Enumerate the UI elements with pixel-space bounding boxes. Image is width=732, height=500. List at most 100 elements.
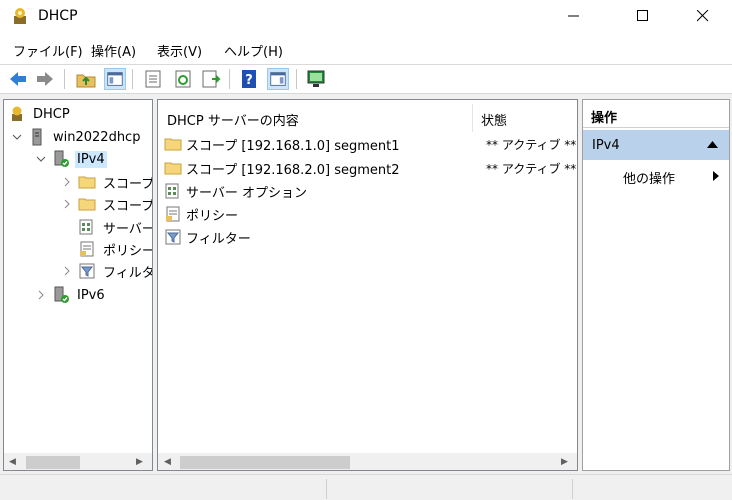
tree-label: ポリシー	[103, 243, 153, 259]
actions-group-ipv4[interactable]: IPv4	[583, 130, 729, 160]
tree-item-scope-2[interactable]: スコープ	[62, 193, 153, 215]
dhcp-app-icon	[14, 8, 26, 24]
list-item[interactable]: サーバー オプション	[164, 180, 307, 202]
monitor-icon[interactable]	[305, 68, 327, 90]
tree-item-server-options[interactable]: サーバー	[78, 216, 153, 238]
menu-view[interactable]: 表示(V)	[157, 41, 202, 60]
details-pane: DHCP サーバーの内容 状態 スコープ [192.168.1.0] segme…	[157, 99, 578, 471]
scroll-right-icon[interactable]: ▶	[136, 457, 143, 467]
more-actions-label: 他の操作	[623, 172, 676, 187]
list-item-name: スコープ [192.168.2.0] segment2	[186, 162, 400, 178]
toolbar-separator	[296, 69, 297, 89]
window-title: DHCP	[38, 8, 78, 24]
folder-icon	[164, 162, 182, 175]
menu-action[interactable]: 操作(A)	[91, 41, 136, 60]
chevron-right-icon[interactable]	[62, 177, 72, 187]
folder-icon	[78, 198, 96, 211]
scroll-left-icon[interactable]: ◀	[9, 457, 16, 467]
close-button[interactable]	[680, 0, 726, 32]
toolbar: ?	[0, 64, 732, 94]
column-header-status[interactable]: 状態	[481, 110, 507, 134]
list-item[interactable]: スコープ [192.168.1.0] segment1 ** アクティブ **	[164, 133, 576, 155]
tree-item-scope-1[interactable]: スコープ	[62, 171, 153, 193]
export-list-icon[interactable]	[200, 68, 222, 90]
submenu-arrow-icon	[713, 171, 719, 181]
toolbar-separator	[229, 69, 230, 89]
scrollbar-thumb[interactable]	[26, 456, 80, 469]
menu-file[interactable]: ファイル(F)	[13, 41, 83, 60]
console-tree-icon[interactable]	[104, 68, 126, 90]
maximize-button[interactable]	[620, 0, 666, 32]
tree-item-server[interactable]: win2022dhcp	[12, 126, 142, 148]
tree-label: IPv4	[75, 150, 107, 168]
dhcp-window: DHCP ファイル(F) 操作(A) 表示(V) ヘルプ(H) ? DHCP w…	[0, 0, 732, 500]
more-actions-item[interactable]: 他の操作	[623, 168, 675, 187]
list-item-name: スコープ [192.168.1.0] segment1	[186, 138, 400, 154]
column-header-name[interactable]: DHCP サーバーの内容	[167, 110, 299, 134]
folder-icon	[78, 176, 96, 189]
policy-icon	[166, 206, 180, 222]
scroll-right-icon[interactable]: ▶	[561, 457, 568, 467]
status-divider	[572, 479, 573, 499]
svg-text:?: ?	[245, 73, 253, 88]
tree-horizontal-scrollbar[interactable]: ◀ ▶	[4, 453, 152, 470]
list-item[interactable]: ポリシー	[164, 203, 238, 225]
help-icon[interactable]: ?	[238, 68, 260, 90]
refresh-icon[interactable]	[172, 68, 194, 90]
tree-item-ipv4[interactable]: IPv4	[36, 148, 107, 170]
server-icon	[32, 128, 42, 146]
tree-item-dhcp[interactable]: DHCP	[8, 103, 72, 125]
chevron-down-icon[interactable]	[36, 154, 46, 164]
up-folder-icon[interactable]	[75, 68, 97, 90]
tree-label: スコープ	[103, 198, 153, 214]
forward-icon[interactable]	[34, 68, 56, 90]
actions-title: 操作	[583, 100, 729, 128]
menu-help[interactable]: ヘルプ(H)	[224, 41, 283, 60]
list-item-name: サーバー オプション	[186, 185, 308, 201]
filter-icon	[79, 263, 95, 279]
scroll-left-icon[interactable]: ◀	[164, 457, 171, 467]
server-options-icon	[165, 183, 179, 199]
ipv4-server-icon	[54, 150, 69, 167]
status-bar	[0, 474, 732, 500]
actions-group-label: IPv4	[592, 138, 620, 153]
toolbar-separator	[64, 69, 65, 89]
action-pane-icon[interactable]	[267, 68, 289, 90]
tree-label: IPv6	[77, 287, 105, 303]
minimize-button[interactable]	[551, 0, 597, 32]
chevron-right-icon[interactable]	[62, 266, 72, 276]
tree-item-policy[interactable]: ポリシー	[78, 238, 153, 260]
menu-bar: ファイル(F) 操作(A) 表示(V) ヘルプ(H)	[0, 34, 732, 64]
dhcp-icon	[12, 106, 22, 121]
maximize-icon	[637, 10, 648, 21]
chevron-down-icon[interactable]	[12, 132, 22, 142]
list-item[interactable]: フィルター	[164, 226, 251, 248]
list-item-status: ** アクティブ **	[486, 137, 577, 152]
chevron-right-icon[interactable]	[62, 199, 72, 209]
list-item-name: フィルター	[186, 231, 251, 247]
folder-icon	[164, 138, 182, 151]
tree-label: フィルター	[103, 265, 152, 281]
back-icon[interactable]	[7, 68, 29, 90]
chevron-right-icon[interactable]	[36, 290, 46, 300]
server-options-icon	[79, 219, 93, 235]
properties-icon[interactable]	[142, 68, 164, 90]
collapse-up-icon[interactable]	[707, 141, 718, 149]
list-item[interactable]: スコープ [192.168.2.0] segment2 ** アクティブ **	[164, 157, 576, 179]
tree-item-ipv6[interactable]: IPv6	[36, 284, 107, 306]
filter-icon	[165, 229, 181, 245]
console-tree: DHCP win2022dhcp IPv4 スコープ スコープ サーバー ポリシ…	[3, 99, 153, 471]
details-horizontal-scrollbar[interactable]: ◀ ▶	[158, 453, 577, 470]
actions-pane: 操作 IPv4 他の操作	[582, 99, 730, 471]
scrollbar-thumb[interactable]	[180, 456, 350, 469]
tree-label: サーバー	[103, 221, 153, 237]
tree-label: DHCP	[33, 106, 70, 122]
policy-icon	[80, 241, 94, 257]
close-icon	[697, 10, 709, 22]
tree-item-filter[interactable]: フィルター	[62, 260, 152, 282]
column-divider[interactable]	[472, 104, 473, 132]
status-divider	[326, 479, 327, 499]
tree-label: スコープ	[103, 176, 153, 192]
minimize-icon	[568, 15, 579, 17]
list-item-status: ** アクティブ **	[486, 161, 577, 176]
